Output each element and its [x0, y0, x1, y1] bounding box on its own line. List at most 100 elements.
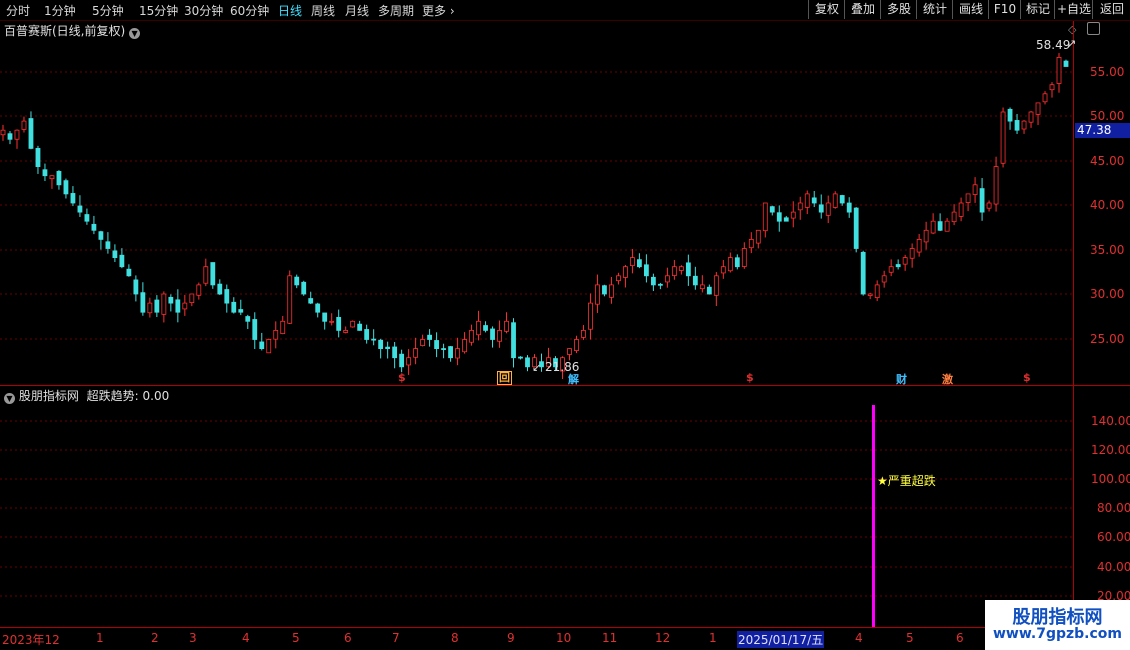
- x-axis-label: 2: [151, 631, 159, 645]
- candle-body: [119, 254, 125, 268]
- indicator-tick-label: 40.00: [1097, 560, 1130, 574]
- candle-body: [385, 346, 391, 349]
- x-axis-label: 8: [451, 631, 459, 645]
- candle-body: [35, 148, 41, 167]
- event-marker[interactable]: 激: [942, 371, 953, 387]
- candle-body: [420, 339, 426, 347]
- candle-body: [301, 281, 307, 295]
- candle-body: [1035, 102, 1041, 115]
- candle-body: [63, 180, 69, 195]
- candle-body: [441, 348, 446, 350]
- candle-body: [930, 220, 936, 234]
- candle-body: [804, 193, 810, 208]
- x-axis-label: 4: [242, 631, 250, 645]
- candle-body: [860, 251, 866, 295]
- candle-body: [49, 175, 55, 180]
- x-axis-label: 5: [292, 631, 300, 645]
- candle-body: [853, 207, 859, 249]
- event-marker[interactable]: 财: [896, 371, 907, 387]
- event-marker[interactable]: $: [1023, 371, 1031, 384]
- candle-body: [650, 276, 656, 286]
- candle-body: [112, 250, 118, 259]
- candle-body: [231, 301, 237, 313]
- candle-body: [84, 214, 90, 222]
- candle-body: [986, 202, 992, 209]
- candle-body: [210, 262, 216, 286]
- candle-body: [434, 340, 439, 349]
- candle-body: [748, 238, 754, 249]
- candle-body: [308, 298, 314, 304]
- candle-body: [637, 259, 642, 268]
- candle-body: [881, 275, 887, 283]
- candle-body: [154, 299, 160, 313]
- candle-body: [567, 348, 572, 355]
- candle-body: [993, 166, 999, 205]
- candle-body: [902, 257, 908, 265]
- candle-body: [741, 248, 747, 267]
- candle-body: [790, 211, 796, 219]
- candle-body: [91, 223, 97, 231]
- candle-body: [28, 118, 34, 149]
- candle-body: [839, 195, 845, 204]
- event-marker[interactable]: $: [746, 371, 754, 384]
- indicator-panel-name: 股朋指标网: [18, 389, 79, 403]
- event-marker[interactable]: $: [398, 371, 406, 384]
- indicator-tick-label: 80.00: [1097, 501, 1130, 515]
- candle-body: [965, 193, 971, 203]
- candle-body: [1021, 120, 1027, 130]
- candle-body: [273, 329, 279, 340]
- candle-body: [203, 266, 209, 284]
- watermark-url: www.7gpzb.com: [992, 626, 1122, 642]
- candle-body: [42, 169, 48, 177]
- price-tick-label: 55.00: [1090, 65, 1125, 79]
- candle-body: [1063, 60, 1069, 67]
- candle-body: [70, 193, 76, 204]
- price-tick-label: 35.00: [1090, 243, 1125, 257]
- candle-body: [189, 293, 195, 304]
- candle-body: [595, 284, 600, 305]
- candle-body: [245, 316, 251, 322]
- candle-body: [951, 211, 957, 223]
- candle-body: [979, 188, 985, 213]
- candle-body: [671, 266, 677, 276]
- candle-body: [818, 204, 824, 213]
- candle-body: [266, 339, 272, 354]
- candle-body: [161, 293, 167, 315]
- candle-body: [371, 338, 377, 341]
- candle-body: [525, 357, 530, 368]
- candle-body: [657, 283, 663, 286]
- candle-body: [98, 231, 104, 240]
- price-tick-label: 45.00: [1090, 154, 1125, 168]
- candle-body: [581, 329, 586, 338]
- x-axis-label: 2023年12: [2, 633, 60, 647]
- candle-body: [168, 296, 174, 304]
- candle-body: [916, 238, 922, 253]
- candle-body: [280, 320, 286, 335]
- candle-body: [252, 319, 258, 340]
- candle-body: [14, 129, 20, 140]
- indicator-tick-label: 60.00: [1097, 530, 1130, 544]
- candle-body: [0, 129, 6, 136]
- signal-label: ★严重超跌: [877, 474, 936, 488]
- candle-body: [364, 329, 370, 340]
- x-axis-label: 4: [855, 631, 863, 645]
- oversold-signal-bar: [872, 405, 875, 627]
- x-axis-label: 11: [602, 631, 618, 645]
- candle-body: [727, 257, 733, 272]
- indicator-value: 0.00: [142, 389, 170, 403]
- event-marker[interactable]: 回: [497, 371, 512, 385]
- candle-body: [937, 221, 943, 231]
- chevron-down-icon[interactable]: ▼: [4, 393, 15, 404]
- current-price-badge: 47.38: [1075, 123, 1130, 138]
- candle-body: [895, 264, 901, 268]
- candle-body: [322, 312, 328, 322]
- event-marker[interactable]: 解: [568, 371, 579, 387]
- candle-body: [588, 302, 593, 330]
- candle-body: [602, 285, 607, 295]
- candle-body: [196, 284, 202, 296]
- candle-body: [315, 303, 321, 313]
- high-price-label: 58.49: [1036, 38, 1071, 52]
- candle-body: [126, 268, 132, 277]
- candle-body: [287, 275, 293, 324]
- x-axis-label: 1: [96, 631, 104, 645]
